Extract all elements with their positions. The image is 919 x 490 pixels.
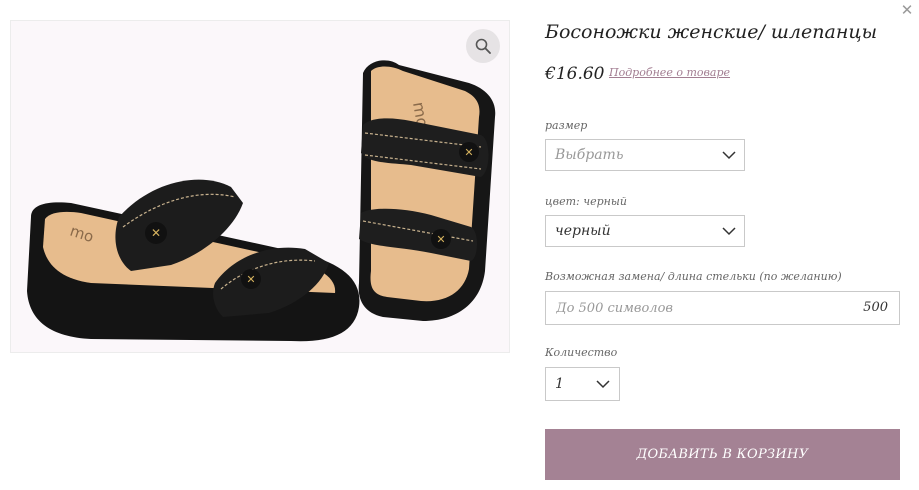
magnifier-icon (475, 38, 491, 54)
replacement-field[interactable]: 500 (545, 291, 900, 325)
svg-text:✕: ✕ (464, 146, 473, 159)
size-label: размер (545, 119, 588, 132)
replacement-input[interactable] (546, 292, 856, 324)
close-icon[interactable]: ✕ (900, 3, 914, 18)
sandals-illustration: mo ✕ ✕ mo ✕ ✕ (27, 60, 496, 342)
product-image[interactable]: mo ✕ ✕ mo ✕ ✕ (10, 20, 510, 353)
size-selected-value: Выбрать (555, 147, 624, 163)
product-price: €16.60 (545, 64, 605, 84)
product-details-link[interactable]: Подробнее о товаре (609, 66, 730, 79)
chevron-down-icon (722, 227, 736, 236)
chevron-down-icon (722, 151, 736, 160)
svg-text:✕: ✕ (246, 273, 255, 286)
front-sandal: mo ✕ ✕ (27, 179, 360, 342)
quantity-selected-value: 1 (555, 376, 564, 392)
color-select[interactable]: черный (545, 215, 745, 247)
quantity-label: Количество (545, 346, 618, 359)
back-sandal: mo ✕ ✕ (358, 60, 496, 321)
color-selected-value: черный (555, 223, 611, 239)
add-to-cart-button[interactable]: ДОБАВИТЬ В КОРЗИНУ (545, 429, 900, 480)
zoom-button[interactable] (466, 29, 500, 63)
chevron-down-icon (596, 380, 610, 389)
svg-text:✕: ✕ (436, 233, 445, 246)
product-title: Босоножки женские/ шлепанцы (545, 21, 878, 43)
quantity-select[interactable]: 1 (545, 367, 620, 401)
svg-text:✕: ✕ (151, 226, 161, 240)
size-select[interactable]: Выбрать (545, 139, 745, 171)
color-label: цвет: черный (545, 195, 627, 208)
char-counter: 500 (863, 300, 888, 315)
replacement-label: Возможная замена/ длина стельки (по жела… (545, 270, 842, 283)
